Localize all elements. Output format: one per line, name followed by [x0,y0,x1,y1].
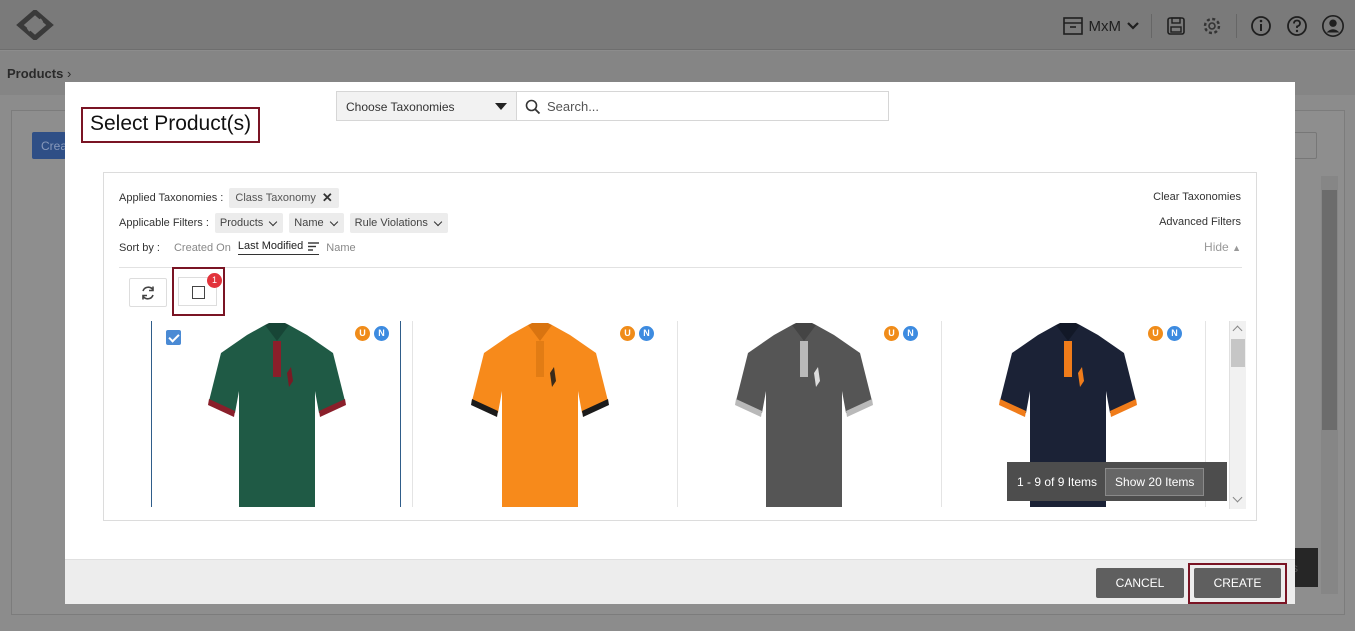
info-icon[interactable] [1249,14,1273,38]
product-image [208,323,346,507]
refresh-button[interactable] [129,278,167,307]
product-selection-panel: Applied Taxonomies : Class Taxonomy ✕ Cl… [103,172,1257,521]
header-divider [1151,14,1152,38]
remove-chip-icon[interactable]: ✕ [322,191,333,204]
sort-created-on[interactable]: Created On [174,242,231,254]
status-badge-u: U [620,326,635,341]
scroll-thumb[interactable] [1231,339,1245,367]
taxonomy-select[interactable]: Choose Taxonomies [336,91,517,121]
breadcrumb-products[interactable]: Products › [7,66,71,81]
product-image [471,323,609,507]
pagination-bar: 1 - 9 of 9 Items Show 20 Items [1007,462,1227,501]
advanced-filters-link[interactable]: Advanced Filters [1159,216,1241,228]
search-box[interactable] [516,91,889,121]
applicable-filters-row: Applicable Filters : Products Name Rule … [119,213,448,233]
product-checkbox[interactable] [166,330,181,345]
scroll-down-icon[interactable] [1232,492,1243,503]
create-button[interactable]: CREATE [1194,568,1281,598]
sort-last-modified[interactable]: Last Modified [237,240,320,255]
save-icon[interactable] [1164,14,1188,38]
chevron-down-icon [433,217,443,226]
status-badge-u: U [1148,326,1163,341]
create-highlight: CREATE [1188,563,1287,604]
select-products-modal: Select Product(s) Choose Taxonomies Appl… [65,82,1295,604]
workspace-label: MxM [1088,17,1122,35]
product-card[interactable]: U N [151,321,413,507]
settings-icon[interactable] [1200,14,1224,38]
applied-taxonomies-label: Applied Taxonomies : [119,192,224,204]
caret-down-icon [495,103,507,110]
cancel-button[interactable]: CANCEL [1096,568,1184,598]
status-badge-u: U [355,326,370,341]
background-scrollbar [1321,176,1338,594]
brand-logo-icon[interactable] [16,10,54,40]
modal-footer: CANCEL CREATE [65,559,1295,604]
app-header: MxM [0,0,1355,50]
modal-title: Select Product(s) [81,107,261,143]
taxonomy-chip: Class Taxonomy ✕ [229,188,339,208]
status-badge-n: N [639,326,654,341]
chevron-down-icon [329,217,338,226]
sort-name[interactable]: Name [326,242,355,254]
hide-filters-toggle[interactable]: Hide ▲ [1204,240,1241,254]
filter-rule-violations-dropdown[interactable]: Rule Violations [349,213,448,233]
header-divider [1236,14,1237,38]
applicable-filters-label: Applicable Filters : [119,217,209,229]
product-card[interactable]: U N [679,321,942,507]
sort-row: Sort by : Created On Last Modified Name [119,240,356,255]
status-badge-n: N [1167,326,1182,341]
applied-taxonomies-row: Applied Taxonomies : Class Taxonomy ✕ [119,188,339,208]
status-badge-u: U [884,326,899,341]
status-badge-n: N [374,326,389,341]
status-badge-n: N [903,326,918,341]
taxonomy-select-value: Choose Taxonomies [346,100,455,114]
refresh-icon [142,285,154,300]
scroll-up-icon[interactable] [1232,325,1243,336]
user-icon[interactable] [1321,14,1345,38]
filter-products-dropdown[interactable]: Products [214,213,284,233]
clear-taxonomies-link[interactable]: Clear Taxonomies [1153,191,1241,203]
selected-count-badge: 1 [207,273,222,288]
select-all-highlight: 1 [172,267,225,316]
sort-label: Sort by : [119,241,160,254]
chevron-down-icon [269,217,278,226]
chevron-down-icon [1127,22,1139,30]
background-create-button: Crea [32,132,67,159]
sort-order-icon [308,241,320,251]
help-icon[interactable] [1285,14,1309,38]
search-icon [525,99,541,115]
checkbox-icon [192,286,205,299]
search-input[interactable] [547,95,877,117]
taxonomy-chip-label: Class Taxonomy [235,192,316,204]
grid-scrollbar[interactable] [1229,321,1246,509]
archive-icon [1062,17,1083,35]
product-card[interactable]: U N [415,321,678,507]
filters-divider [119,267,1242,268]
show-items-button[interactable]: Show 20 Items [1105,467,1205,496]
product-image [735,323,873,507]
filter-name-dropdown[interactable]: Name [289,213,344,233]
workspace-switcher[interactable]: MxM [1062,17,1140,35]
pagination-info: 1 - 9 of 9 Items [1017,474,1098,489]
